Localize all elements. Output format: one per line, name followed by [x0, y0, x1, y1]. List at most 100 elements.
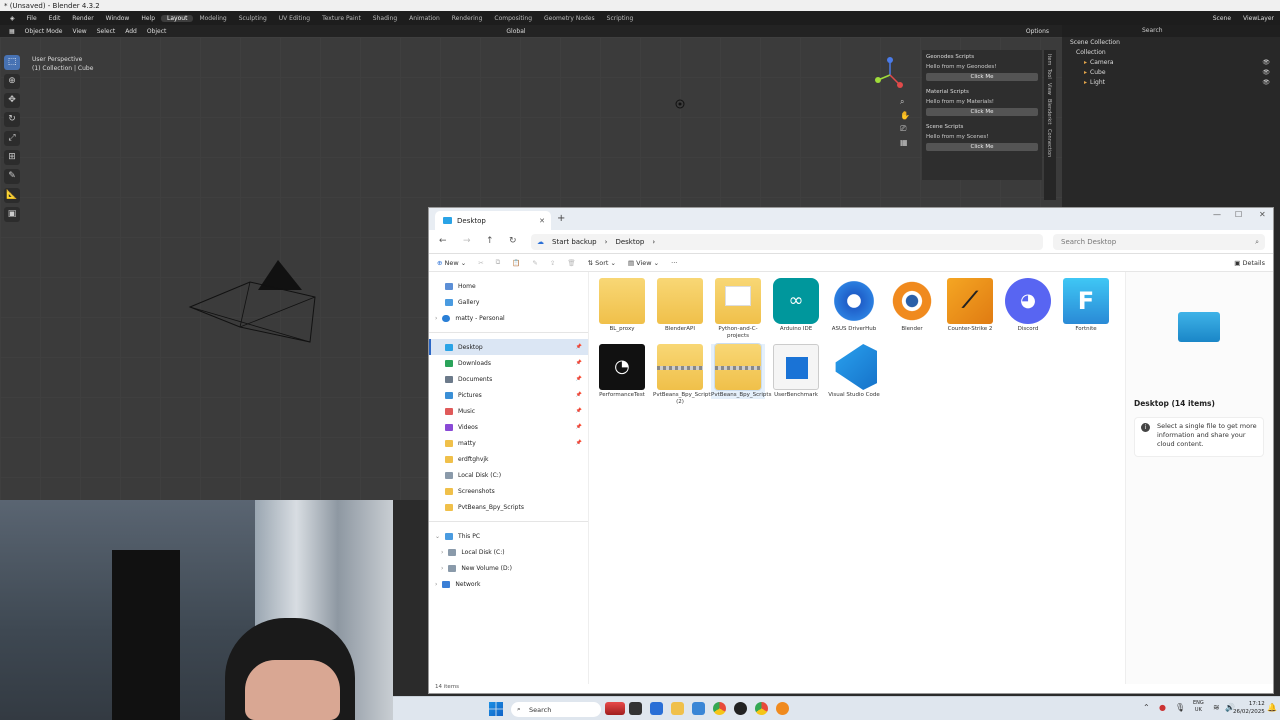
nav-desktop[interactable]: Desktop 📌 [429, 339, 588, 355]
notification-bell-icon[interactable]: 🔔 [1267, 703, 1277, 712]
nav-onedrive[interactable]: › matty - Personal [429, 310, 588, 326]
tab-item[interactable]: Item [1046, 54, 1052, 65]
language-indicator[interactable]: ENG UK [1193, 700, 1204, 714]
tab-sculpting[interactable]: Sculpting [233, 15, 273, 22]
more-options-icon[interactable]: ··· [671, 259, 677, 267]
outliner-collection[interactable]: Collection [1062, 47, 1280, 57]
copy-icon[interactable]: ⧉ [496, 258, 501, 267]
navigation-gizmo[interactable] [870, 55, 910, 95]
material-panel-title[interactable]: Material Scripts [922, 85, 1042, 97]
nav-downloads[interactable]: Downloads 📌 [429, 355, 588, 371]
scene-click-button[interactable]: Click Me [926, 143, 1038, 151]
nav-videos[interactable]: Videos 📌 [429, 419, 588, 435]
nav-music[interactable]: Music 📌 [429, 403, 588, 419]
menu-select[interactable]: Select [92, 28, 121, 35]
menu-edit[interactable]: Edit [43, 15, 67, 22]
light-object-icon[interactable] [673, 97, 687, 111]
taskbar-steam-icon[interactable] [734, 702, 747, 715]
menu-object[interactable]: Object [142, 28, 172, 35]
visibility-eye-icon[interactable]: 👁 [1262, 69, 1270, 76]
new-tab-button[interactable]: + [557, 213, 565, 224]
nav-gallery[interactable]: Gallery [429, 294, 588, 310]
geonodes-panel-title[interactable]: Geonodes Scripts [922, 50, 1042, 62]
nav-drive-c[interactable]: › Local Disk (C:) [429, 544, 588, 560]
file-item-performancetest[interactable]: ◔ PerformanceTest [595, 344, 649, 399]
camera-object[interactable] [180, 252, 330, 352]
forward-arrow-icon[interactable]: → [463, 236, 471, 246]
taskbar-widgets-icon[interactable] [650, 702, 663, 715]
file-item-blenderapi[interactable]: BlenderAPI [653, 278, 707, 333]
tab-rendering[interactable]: Rendering [446, 15, 489, 22]
taskbar-search[interactable]: ⌕ Search [511, 702, 601, 717]
visibility-eye-icon[interactable]: 👁 [1262, 79, 1270, 86]
taskbar-task-view-icon[interactable] [629, 702, 642, 715]
pin-icon[interactable]: 📌 [576, 440, 582, 446]
camera-view-icon[interactable]: ⎚ [900, 124, 910, 134]
file-item-fortnite[interactable]: F Fortnite [1059, 278, 1113, 333]
file-item-pvtbeans-2[interactable]: PvtBeans_Bpy_Scripts (2) [653, 344, 713, 406]
tab-view[interactable]: View [1046, 83, 1052, 95]
transform-tool-icon[interactable]: ⊞ [4, 150, 20, 165]
up-arrow-icon[interactable]: ↑ [486, 236, 494, 246]
cut-icon[interactable]: ✂ [478, 259, 483, 267]
transform-orientation-dropdown[interactable]: Global [501, 28, 530, 35]
outliner-scene-collection[interactable]: Scene Collection [1062, 37, 1280, 47]
tab-layout[interactable]: Layout [161, 14, 194, 22]
windows-start-icon[interactable] [489, 702, 503, 716]
details-button[interactable]: ▣ Details [1234, 259, 1265, 267]
pin-icon[interactable]: 📌 [576, 376, 582, 382]
scale-tool-icon[interactable]: ⤢ [4, 131, 20, 146]
pin-icon[interactable]: 📌 [576, 392, 582, 398]
file-item-arduino-ide[interactable]: ∞ Arduino IDE [769, 278, 823, 333]
paste-icon[interactable]: 📋 [512, 259, 520, 267]
sort-button[interactable]: ⇅ Sort ⌄ [588, 259, 616, 267]
taskbar-store-icon[interactable] [692, 702, 705, 715]
tab-connection[interactable]: Connection [1046, 129, 1052, 157]
share-icon[interactable]: ⇪ [550, 259, 555, 267]
breadcrumb-desktop[interactable]: Desktop [615, 238, 644, 246]
breadcrumb[interactable]: ☁ Start backup › Desktop › [531, 234, 1043, 250]
move-tool-icon[interactable]: ✥ [4, 93, 20, 108]
tab-scripting[interactable]: Scripting [601, 15, 640, 22]
close-window-icon[interactable]: ✕ [1259, 210, 1266, 219]
tab-shading[interactable]: Shading [367, 15, 403, 22]
back-arrow-icon[interactable]: ← [439, 236, 447, 246]
nav-pictures[interactable]: Pictures 📌 [429, 387, 588, 403]
menu-add[interactable]: Add [120, 28, 142, 35]
search-input[interactable]: Search Desktop ⌕ [1053, 234, 1265, 250]
pin-icon[interactable]: 📌 [576, 424, 582, 430]
menu-file[interactable]: File [21, 15, 43, 22]
maximize-icon[interactable]: ☐ [1235, 210, 1242, 219]
outliner-item-cube[interactable]: ▸ Cube 👁 [1062, 67, 1280, 77]
tab-blenderkit[interactable]: Blenderkit [1046, 99, 1052, 125]
file-item-blender[interactable]: Blender [885, 278, 939, 333]
pin-icon[interactable]: 📌 [576, 408, 582, 414]
tab-geometry-nodes[interactable]: Geometry Nodes [538, 15, 601, 22]
tab-uv-editing[interactable]: UV Editing [273, 15, 316, 22]
breadcrumb-start-backup[interactable]: Start backup [552, 238, 597, 246]
pin-icon[interactable]: 📌 [576, 360, 582, 366]
rename-icon[interactable]: ✎ [532, 259, 537, 267]
object-mode-dropdown[interactable]: Object Mode [20, 28, 68, 35]
outliner-search[interactable]: Search [1142, 27, 1163, 34]
delete-icon[interactable]: 🗑 [567, 259, 575, 267]
file-item-vscode[interactable]: Visual Studio Code [827, 344, 881, 399]
outliner-item-camera[interactable]: ▸ Camera 👁 [1062, 57, 1280, 67]
nav-drive-d[interactable]: › New Volume (D:) [429, 560, 588, 576]
taskbar-explorer-icon[interactable] [671, 702, 684, 715]
view-layer-selector[interactable]: ViewLayer [1237, 15, 1280, 22]
explorer-tab-desktop[interactable]: Desktop ✕ [435, 211, 551, 230]
geonodes-click-button[interactable]: Click Me [926, 73, 1038, 81]
annotate-tool-icon[interactable]: ✎ [4, 169, 20, 184]
measure-tool-icon[interactable]: 📐 [4, 188, 20, 203]
options-dropdown[interactable]: Options [1021, 28, 1054, 35]
nav-erdftghvjk[interactable]: erdftghvjk [429, 451, 588, 467]
nav-screenshots[interactable]: Screenshots [429, 483, 588, 499]
pan-hand-icon[interactable]: ✋ [900, 111, 910, 120]
cursor-tool-icon[interactable]: ⊕ [4, 74, 20, 89]
close-tab-icon[interactable]: ✕ [539, 217, 545, 225]
nav-pvtbeans[interactable]: PvtBeans_Bpy_Scripts [429, 499, 588, 515]
new-button[interactable]: ⊕ New ⌄ [437, 259, 466, 267]
ortho-grid-icon[interactable]: ▦ [900, 138, 910, 147]
file-item-asus-driverhub[interactable]: ASUS DriverHub [827, 278, 881, 333]
